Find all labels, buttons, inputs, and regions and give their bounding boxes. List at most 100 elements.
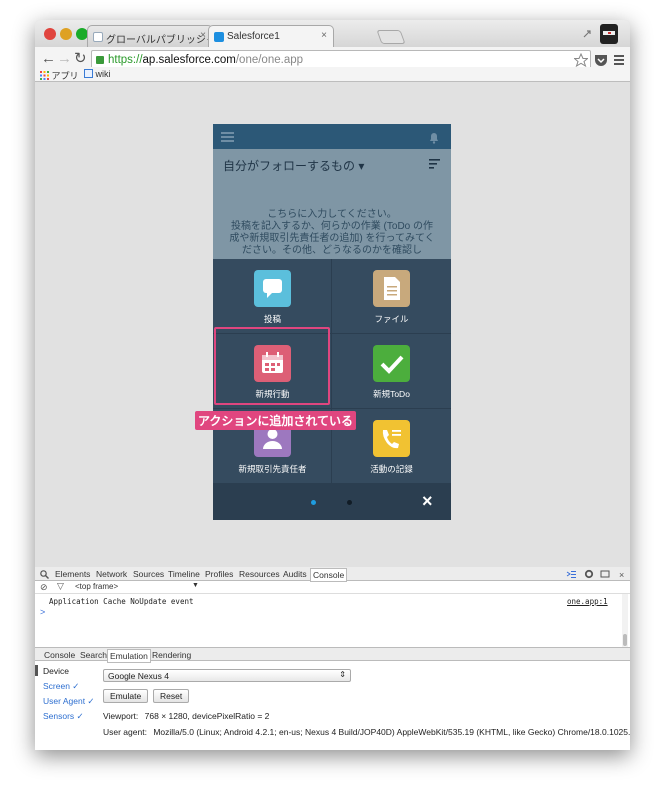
drawer-tab-rendering[interactable]: Rendering bbox=[152, 650, 191, 660]
drawer-tabbar: Console Search Emulation Rendering bbox=[35, 647, 630, 663]
phone-log-icon bbox=[373, 420, 410, 457]
placeholder-line: 投稿を記入するか、何らかの作業 (ToDo の作 bbox=[230, 221, 434, 232]
emulation-nav-user-agent[interactable]: User Agent ✓ bbox=[43, 696, 95, 707]
device-select-value: Google Nexus 4 bbox=[108, 671, 169, 681]
star-icon[interactable] bbox=[574, 53, 588, 67]
close-tab-icon[interactable]: × bbox=[200, 30, 206, 41]
user-agent-label: User agent: bbox=[103, 727, 147, 737]
devtools-tab-profiles[interactable]: Profiles bbox=[205, 569, 233, 579]
feed-placeholder: こちらに入力してください。 投稿を記入するか、何らかの作業 (ToDo の作 成… bbox=[213, 209, 451, 257]
clear-console-icon[interactable]: ⊘ bbox=[40, 582, 48, 593]
title-bar: グローバルパブリッシャーL × Salesforce1 × bbox=[35, 20, 630, 47]
select-arrows-icon: ⇕ bbox=[339, 670, 346, 679]
new-tab-button[interactable] bbox=[376, 30, 406, 44]
console-prompt[interactable]: > bbox=[40, 607, 45, 617]
action-pager: × bbox=[213, 484, 451, 520]
devtools-tab-resources[interactable]: Resources bbox=[239, 569, 280, 579]
fullscreen-and-profile-icon[interactable] bbox=[580, 23, 620, 45]
file-icon bbox=[373, 270, 410, 307]
devtools-tabbar: Elements Network Sources Timeline Profil… bbox=[35, 567, 630, 582]
tab-salesforce1[interactable]: Salesforce1 × bbox=[208, 25, 334, 47]
emulation-nav-sensors[interactable]: Sensors ✓ bbox=[43, 711, 84, 722]
browser-window: グローバルパブリッシャーL × Salesforce1 × ← → ↻ h bbox=[35, 20, 630, 750]
search-icon[interactable] bbox=[40, 570, 49, 579]
action-new-todo[interactable]: 新規ToDo bbox=[332, 334, 451, 409]
device-select[interactable]: Google Nexus 4 ⇕ bbox=[103, 669, 351, 682]
user-agent-row: User agent: Mozilla/5.0 (Linux; Android … bbox=[103, 727, 630, 737]
action-label: 新規取引先責任者 bbox=[238, 464, 307, 474]
action-label: ファイル bbox=[374, 314, 409, 324]
reset-button[interactable]: Reset bbox=[153, 689, 190, 703]
salesforce-icon bbox=[214, 32, 224, 42]
devtools-tab-timeline[interactable]: Timeline bbox=[168, 569, 200, 579]
bookmark-label: アプリ bbox=[51, 71, 79, 81]
lock-icon bbox=[96, 56, 104, 64]
emulate-button[interactable]: Emulate bbox=[103, 689, 149, 703]
pager-dot[interactable] bbox=[347, 500, 352, 505]
frame-selector[interactable]: <top frame> bbox=[75, 582, 118, 591]
pager-dot-active[interactable] bbox=[311, 500, 316, 505]
cloud-icon bbox=[93, 32, 103, 42]
emulation-sidebar: Device Screen ✓ User Agent ✓ Sensors ✓ bbox=[35, 661, 95, 750]
console-message: Application Cache NoUpdate event one.app… bbox=[35, 594, 620, 607]
menu-icon[interactable] bbox=[613, 53, 625, 67]
feed-filter-title[interactable]: 自分がフォローするもの ▾ bbox=[223, 157, 364, 174]
tab-title: Salesforce1 bbox=[227, 31, 280, 42]
tab-title: グローバルパブリッシャーL bbox=[106, 35, 212, 46]
drawer-tab-search[interactable]: Search bbox=[80, 650, 107, 660]
url-scheme: https:// bbox=[108, 54, 143, 66]
viewport-value: 768 × 1280, devicePixelRatio = 2 bbox=[144, 711, 270, 721]
devtools-tab-audits[interactable]: Audits bbox=[283, 569, 307, 579]
tab-global-publisher[interactable]: グローバルパブリッシャーL × bbox=[87, 25, 213, 47]
close-overlay-button[interactable]: × bbox=[422, 492, 433, 510]
bookmarks-bar: アプリ wiki bbox=[35, 67, 630, 82]
console-toolbar: ⊘ ▽ <top frame> ▼ bbox=[35, 581, 630, 594]
console-source-link[interactable]: one.app:1 bbox=[567, 597, 608, 606]
filter-icon[interactable]: ▽ bbox=[57, 581, 64, 592]
emulation-nav-screen[interactable]: Screen ✓ bbox=[43, 681, 79, 692]
chevron-down-icon[interactable]: ▼ bbox=[192, 582, 199, 589]
devtools-controls-icon[interactable]: × bbox=[566, 569, 626, 579]
app-header bbox=[213, 124, 451, 149]
bookmark-wiki[interactable]: wiki bbox=[84, 69, 111, 79]
action-label: 投稿 bbox=[263, 314, 281, 324]
action-file[interactable]: ファイル bbox=[332, 259, 451, 334]
reload-icon[interactable]: ↻ bbox=[74, 51, 87, 67]
annotation-callout: アクションに追加されている bbox=[195, 411, 357, 430]
devtools-tab-sources[interactable]: Sources bbox=[133, 569, 164, 579]
drawer-tab-console[interactable]: Console bbox=[44, 650, 75, 660]
bookmark-icon bbox=[84, 69, 93, 78]
close-window-button[interactable] bbox=[44, 28, 56, 40]
action-post[interactable]: 投稿 bbox=[213, 259, 332, 334]
viewport-label: Viewport: bbox=[103, 711, 139, 721]
forward-arrow-icon[interactable]: → bbox=[57, 51, 72, 67]
minimize-window-button[interactable] bbox=[60, 28, 72, 40]
back-arrow-icon[interactable]: ← bbox=[41, 51, 56, 67]
notifications-icon[interactable] bbox=[427, 130, 441, 144]
close-tab-icon[interactable]: × bbox=[321, 30, 327, 41]
bookmark-label: wiki bbox=[95, 69, 111, 79]
salesforce1-app: 自分がフォローするもの ▾ こちらに入力してください。 投稿を記入するか、何らか… bbox=[213, 124, 451, 520]
pocket-icon[interactable] bbox=[594, 53, 608, 67]
action-label: 活動の記録 bbox=[370, 464, 413, 474]
devtools-tab-console[interactable]: Console bbox=[310, 568, 348, 582]
console-message-text: Application Cache NoUpdate event bbox=[49, 597, 194, 606]
devtools-tab-elements[interactable]: Elements bbox=[55, 569, 90, 579]
console-scrollbar[interactable] bbox=[622, 594, 628, 647]
placeholder-line: ださい。その他、どうなるのかを確認し bbox=[242, 245, 422, 256]
placeholder-line: 成や新規取引先責任者の追加) を行ってみてく bbox=[229, 233, 435, 244]
sort-icon[interactable] bbox=[429, 158, 441, 170]
user-agent-value: Mozilla/5.0 (Linux; Android 4.2.1; en-us… bbox=[153, 727, 630, 737]
svg-text:×: × bbox=[619, 570, 624, 579]
devtools-panel: Elements Network Sources Timeline Profil… bbox=[35, 567, 630, 750]
emulation-nav-device[interactable]: Device bbox=[43, 666, 69, 676]
devtools-tab-network[interactable]: Network bbox=[96, 569, 127, 579]
chat-bubble-icon bbox=[254, 270, 291, 307]
window-controls bbox=[580, 23, 620, 50]
emulation-settings: Google Nexus 4 ⇕ Emulate Reset Viewport:… bbox=[103, 661, 630, 750]
placeholder-line: こちらに入力してください。 bbox=[267, 209, 397, 220]
bookmark-apps[interactable]: アプリ bbox=[40, 69, 79, 82]
action-label: 新規ToDo bbox=[373, 389, 410, 399]
url-host: ap.salesforce.com bbox=[142, 54, 236, 66]
hamburger-menu-icon[interactable] bbox=[221, 131, 235, 143]
